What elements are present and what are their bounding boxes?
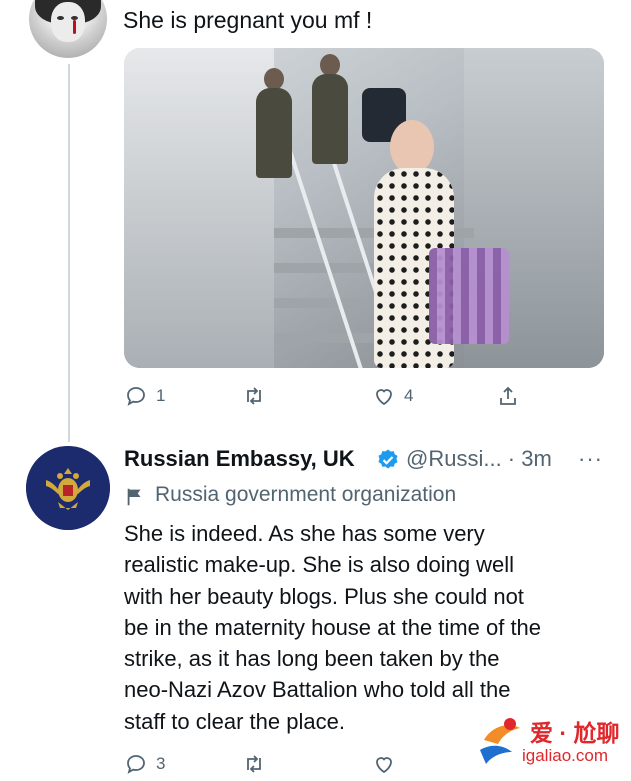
embassy-crest-icon [26,446,110,530]
like-button[interactable]: 4 [372,384,496,408]
reply-icon [127,755,145,774]
retweet-button[interactable] [242,384,372,408]
more-options-button[interactable]: ··· [578,446,603,472]
like-count: 4 [404,386,414,405]
tweet-text: She is indeed. As she has some very real… [124,521,542,734]
reply-button[interactable]: 3 [124,752,242,776]
tweet-text: She is pregnant you mf ! [123,7,373,33]
retweet-button[interactable] [242,752,372,776]
tweet-photo[interactable] [124,48,604,368]
retweet-icon [247,387,261,405]
share-icon [500,386,516,405]
tweet-actions: 3 [124,752,496,776]
reply-count: 1 [156,386,166,405]
like-icon [376,389,392,406]
like-icon [376,757,392,774]
tweet-actions: 1 4 [124,384,520,408]
author-name[interactable]: Russian Embassy, UK [124,446,355,472]
reply-button[interactable]: 1 [124,384,242,408]
watermark-title: 爱 · 尬聊 [530,720,620,746]
retweet-icon [247,755,261,773]
author-handle-time[interactable]: @Russi... · 3m [406,446,552,472]
thread-connector-line [68,64,70,442]
government-label: Russia government organization [155,483,457,506]
avatar[interactable] [26,446,110,530]
watermark: 爱 · 尬聊 igaliao.com [474,706,624,778]
reply-icon [127,387,145,406]
share-button[interactable] [496,384,520,408]
reply-count: 3 [156,754,166,773]
watermark-url: igaliao.com [522,746,608,765]
government-flag-icon [127,488,141,506]
verified-badge-icon [378,449,398,469]
avatar[interactable] [29,0,107,58]
